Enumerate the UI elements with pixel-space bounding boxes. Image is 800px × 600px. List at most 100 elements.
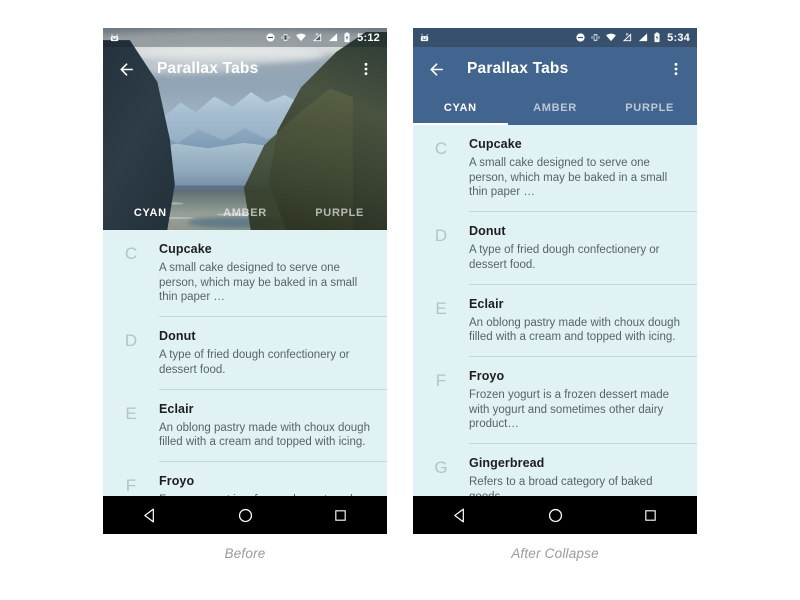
wifi-icon [606, 33, 616, 42]
list-item-description: A type of fried dough confectionery or d… [469, 244, 660, 271]
tab-amber[interactable]: AMBER [508, 91, 603, 125]
list-item-title: Gingerbread [469, 456, 545, 471]
status-bar: R 5:12 [103, 28, 387, 47]
tab-label: PURPLE [315, 207, 365, 219]
list-item[interactable]: D Donut A type of fried dough confection… [413, 212, 697, 285]
overflow-menu-button[interactable] [355, 58, 377, 80]
tab-label: CYAN [443, 102, 477, 114]
avatar-letter: F [435, 371, 447, 391]
nav-home-circle-icon[interactable] [547, 507, 564, 524]
list-item[interactable]: F Froyo Frozen yogurt is a frozen desser… [103, 462, 387, 496]
status-bar-left-icons [109, 32, 120, 43]
list-item-description: An oblong pastry made with choux dough f… [159, 421, 370, 449]
list-item-description: An oblong pastry made with choux dough f… [469, 316, 680, 344]
tab-purple[interactable]: PURPLE [292, 196, 387, 230]
list-item-description: Frozen yogurt is a frozen dessert made w… [159, 493, 371, 496]
tab-amber[interactable]: AMBER [198, 196, 293, 230]
do-not-disturb-icon [576, 33, 585, 42]
list-item-body: Cupcake A small cake designed to serve o… [159, 242, 375, 305]
battery-charging-icon [344, 32, 350, 43]
status-bar-left-icons [419, 32, 430, 43]
svg-text:R: R [316, 32, 319, 37]
avatar-letter: C [434, 139, 448, 158]
back-button[interactable] [115, 58, 137, 80]
list-item-title: Froyo [159, 474, 195, 489]
avatar-letter: E [435, 298, 447, 318]
back-arrow-icon [429, 62, 443, 76]
status-bar-clock: 5:34 [667, 31, 690, 44]
list-item-body: Eclair An oblong pastry made with choux … [159, 402, 375, 450]
app-bar-title: Parallax Tabs [157, 60, 259, 77]
list-item-body: Donut A type of fried dough confectioner… [469, 224, 685, 272]
list-item-title: Donut [159, 329, 196, 344]
parallax-header-image: R 5:12 Parallax Tabs CYAN AMBER PURPLE [103, 28, 387, 230]
nav-recents-square-icon[interactable] [333, 508, 348, 523]
content-list[interactable]: C Cupcake A small cake designed to serve… [103, 230, 387, 496]
tab-cyan[interactable]: CYAN [103, 196, 198, 230]
phone-mockup-after-collapse: R 5:34 Parallax Tabs CYAN AMBER PURPLE C… [413, 28, 697, 534]
status-bar-clock: 5:12 [357, 31, 380, 44]
avatar-letter: F [125, 476, 137, 496]
app-bar: Parallax Tabs [413, 47, 697, 91]
list-item-title: Cupcake [469, 137, 522, 151]
list-item-title: Froyo [469, 369, 505, 384]
app-bar: Parallax Tabs [103, 47, 387, 91]
list-item-description: Refers to a broad category of baked good… [469, 476, 653, 496]
tab-label: AMBER [223, 207, 267, 219]
battery-charging-icon [654, 32, 660, 43]
list-item-title: Cupcake [159, 242, 212, 256]
caption-after-collapse: After Collapse [511, 546, 599, 561]
signal-roaming-icon: R [623, 32, 632, 42]
list-item[interactable]: F Froyo Frozen yogurt is a frozen desser… [413, 357, 697, 445]
list-item-body: Gingerbread Refers to a broad category o… [469, 456, 685, 496]
status-bar: R 5:34 [413, 28, 697, 47]
list-item[interactable]: C Cupcake A small cake designed to serve… [103, 230, 387, 318]
caption-before: Before [224, 546, 266, 561]
tab-bar: CYAN AMBER PURPLE [413, 91, 697, 125]
nav-home-circle-icon[interactable] [237, 507, 254, 524]
back-arrow-icon [119, 62, 133, 76]
list-item-title: Donut [469, 224, 506, 239]
list-item-body: Donut A type of fried dough confectioner… [159, 329, 375, 377]
phone-mockup-before: R 5:12 Parallax Tabs CYAN AMBER PURPLE C… [103, 28, 387, 534]
overflow-menu-button[interactable] [665, 58, 687, 80]
list-item-title: Eclair [159, 401, 194, 416]
list-item[interactable]: E Eclair An oblong pastry made with chou… [103, 390, 387, 463]
vibrate-icon [591, 34, 600, 41]
status-bar-right-icons: R 5:12 [265, 32, 380, 44]
avatar-letter: D [124, 331, 138, 351]
list-item[interactable]: C Cupcake A small cake designed to serve… [413, 125, 697, 213]
nav-back-triangle-icon[interactable] [142, 507, 159, 524]
tab-bar: CYAN AMBER PURPLE [103, 196, 387, 230]
android-icon [110, 33, 119, 42]
content-list[interactable]: C Cupcake A small cake designed to serve… [413, 125, 697, 496]
signal-roaming-icon: R [313, 32, 322, 42]
avatar-letter: E [125, 403, 137, 423]
tab-label: PURPLE [625, 102, 675, 114]
android-navigation-bar [413, 496, 697, 534]
avatar-letter: C [124, 244, 138, 263]
more-vertical-icon [364, 62, 368, 76]
list-item-body: Eclair An oblong pastry made with choux … [469, 297, 685, 345]
tab-cyan[interactable]: CYAN [413, 91, 508, 125]
signal-icon [329, 33, 338, 42]
page-root: R 5:12 Parallax Tabs CYAN AMBER PURPLE C… [0, 0, 800, 600]
signal-icon [639, 33, 648, 42]
list-item-title: Eclair [469, 296, 504, 311]
tab-purple[interactable]: PURPLE [602, 91, 697, 125]
do-not-disturb-icon [266, 33, 275, 42]
nav-back-triangle-icon[interactable] [452, 507, 469, 524]
list-item-body: Froyo Frozen yogurt is a frozen dessert … [469, 369, 685, 432]
more-vertical-icon [674, 62, 678, 76]
svg-text:R: R [626, 32, 629, 37]
nav-recents-square-icon[interactable] [643, 508, 658, 523]
list-item[interactable]: G Gingerbread Refers to a broad category… [413, 444, 697, 496]
list-item-body: Cupcake A small cake designed to serve o… [469, 137, 685, 200]
list-item[interactable]: D Donut A type of fried dough confection… [103, 317, 387, 390]
list-item[interactable]: E Eclair An oblong pastry made with chou… [413, 285, 697, 358]
android-navigation-bar [103, 496, 387, 534]
list-item-description: Frozen yogurt is a frozen dessert made w… [469, 389, 670, 431]
list-item-body: Froyo Frozen yogurt is a frozen dessert … [159, 474, 375, 496]
tab-label: AMBER [533, 102, 577, 114]
back-button[interactable] [425, 58, 447, 80]
